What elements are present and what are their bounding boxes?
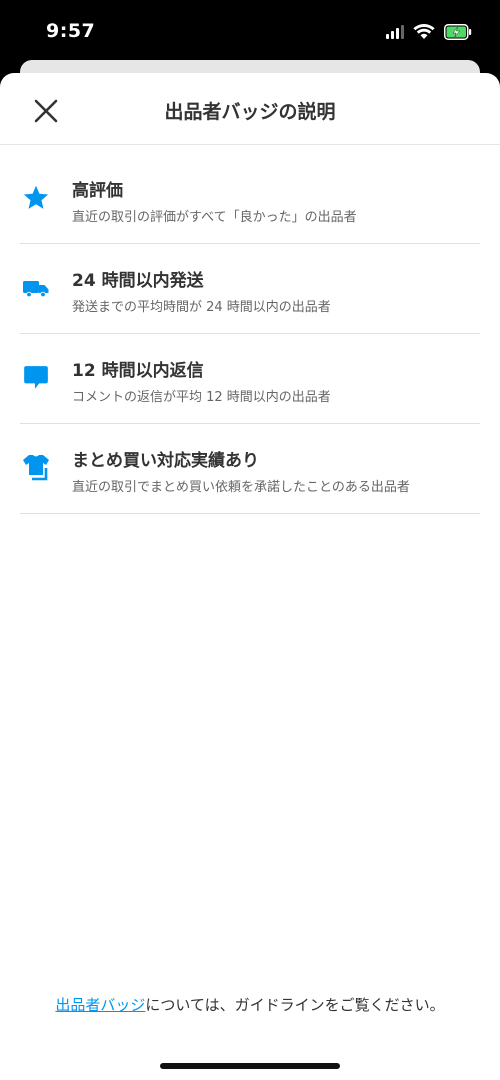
badge-item-quick-reply: 12 時間以内返信 コメントの返信が平均 12 時間以内の出品者 xyxy=(20,334,480,424)
footer-note: 出品者バッジについては、ガイドラインをご覧ください。 xyxy=(0,994,500,1015)
badge-title: まとめ買い対応実績あり xyxy=(72,451,259,471)
battery-charging-icon xyxy=(444,24,472,40)
page-title: 出品者バッジの説明 xyxy=(164,101,336,123)
badge-item-fast-shipping: 24 時間以内発送 発送までの平均時間が 24 時間以内の出品者 xyxy=(20,244,480,334)
badge-item-bundle-purchase: まとめ買い対応実績あり 直近の取引でまとめ買い依頼を承諾したことのある出品者 xyxy=(20,424,480,514)
badge-item-high-rating: 高評価 直近の取引の評価がすべて「良かった」の出品者 xyxy=(20,154,480,244)
status-icons xyxy=(386,21,472,43)
badge-description: 直近の取引でまとめ買い依頼を承諾したことのある出品者 xyxy=(72,480,410,495)
home-indicator[interactable] xyxy=(160,1063,340,1069)
badge-title: 24 時間以内発送 xyxy=(72,271,204,291)
badge-explanation-sheet: 出品者バッジの説明 高評価 直近の取引の評価がすべて「良かった」の出品者 24 … xyxy=(0,73,500,1080)
navigation-bar: 出品者バッジの説明 xyxy=(0,73,500,145)
seller-badge-guideline-link[interactable]: 出品者バッジ xyxy=(55,996,145,1014)
bundle-clothes-icon xyxy=(20,452,52,484)
badge-list: 高評価 直近の取引の評価がすべて「良かった」の出品者 24 時間以内発送 発送ま… xyxy=(0,154,500,514)
cellular-signal-icon xyxy=(386,25,404,39)
wifi-icon xyxy=(413,24,435,40)
status-bar: 9:57 xyxy=(0,0,500,60)
status-time: 9:57 xyxy=(46,20,96,42)
badge-description: 発送までの平均時間が 24 時間以内の出品者 xyxy=(72,300,331,315)
screen: 9:57 出品者バッジの説明 高評価 直近の取引の評価がすべて「良かった」の出品… xyxy=(0,0,500,1080)
star-icon xyxy=(20,182,52,214)
badge-description: 直近の取引の評価がすべて「良かった」の出品者 xyxy=(72,210,357,225)
badge-description: コメントの返信が平均 12 時間以内の出品者 xyxy=(72,390,331,405)
truck-icon xyxy=(20,272,52,304)
badge-title: 高評価 xyxy=(72,181,123,201)
chat-bubble-icon xyxy=(20,362,52,394)
footer-note-text: については、ガイドラインをご覧ください。 xyxy=(145,996,445,1014)
badge-title: 12 時間以内返信 xyxy=(72,361,204,381)
